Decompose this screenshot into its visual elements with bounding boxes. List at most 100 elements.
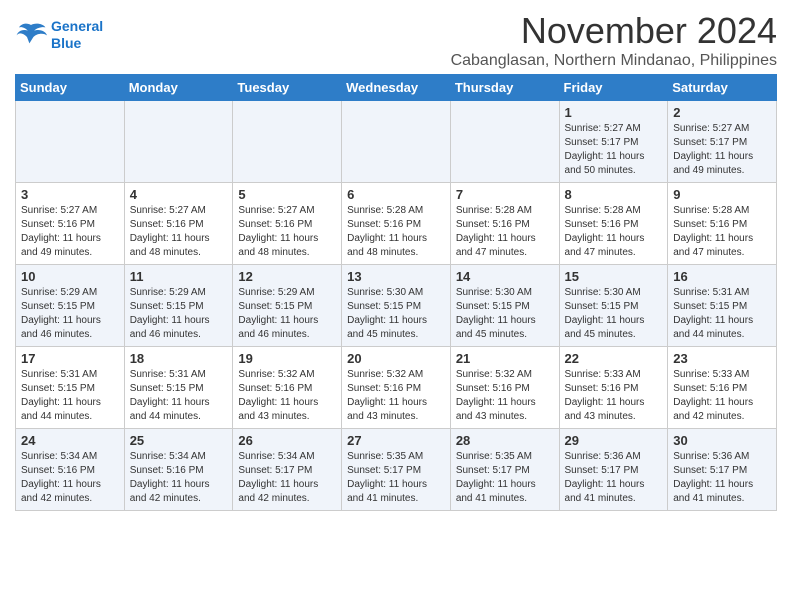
day-cell: 21Sunrise: 5:32 AMSunset: 5:16 PMDayligh…	[450, 347, 559, 429]
day-info: Sunrise: 5:27 AMSunset: 5:16 PMDaylight:…	[21, 204, 119, 260]
day-cell	[450, 101, 559, 183]
day-info: Sunrise: 5:34 AMSunset: 5:17 PMDaylight:…	[238, 450, 336, 506]
day-info: Sunrise: 5:35 AMSunset: 5:17 PMDaylight:…	[347, 450, 445, 506]
logo-icon	[15, 21, 47, 49]
day-info: Sunrise: 5:30 AMSunset: 5:15 PMDaylight:…	[347, 286, 445, 342]
day-info: Sunrise: 5:28 AMSunset: 5:16 PMDaylight:…	[347, 204, 445, 260]
day-info: Sunrise: 5:27 AMSunset: 5:16 PMDaylight:…	[130, 204, 228, 260]
day-cell: 2 Sunrise: 5:27 AMSunset: 5:17 PMDaylight…	[668, 101, 777, 183]
day-info: Sunrise: 5:27 AMSunset: 5:17 PMDaylight:…	[565, 122, 663, 178]
day-cell: 23 Sunrise: 5:33 AMSunset: 5:16 PMDayligh…	[668, 347, 777, 429]
day-info: Sunrise: 5:30 AMSunset: 5:15 PMDaylight:…	[565, 286, 663, 342]
day-cell: 7 Sunrise: 5:28 AMSunset: 5:16 PMDaylight…	[450, 183, 559, 265]
day-info: Sunrise: 5:34 AMSunset: 5:16 PMDaylight:…	[130, 450, 228, 506]
day-number: 4	[130, 187, 228, 202]
day-number: 6	[347, 187, 445, 202]
day-cell: 20Sunrise: 5:32 AMSunset: 5:16 PMDayligh…	[342, 347, 451, 429]
day-cell: 24 Sunrise: 5:34 AMSunset: 5:16 PMDayligh…	[16, 429, 125, 511]
day-cell: 27Sunrise: 5:35 AMSunset: 5:17 PMDayligh…	[342, 429, 451, 511]
day-info: Sunrise: 5:27 AMSunset: 5:17 PMDaylight:…	[673, 122, 771, 178]
day-number: 30	[673, 433, 771, 448]
day-cell: 13 Sunrise: 5:30 AMSunset: 5:15 PMDayligh…	[342, 265, 451, 347]
day-cell: 29Sunrise: 5:36 AMSunset: 5:17 PMDayligh…	[559, 429, 668, 511]
title-section: November 2024 Cabanglasan, Northern Mind…	[451, 10, 777, 70]
day-info: Sunrise: 5:30 AMSunset: 5:15 PMDaylight:…	[456, 286, 554, 342]
header-row: SundayMondayTuesdayWednesdayThursdayFrid…	[16, 75, 777, 101]
day-number: 15	[565, 269, 663, 284]
day-cell: 14 Sunrise: 5:30 AMSunset: 5:15 PMDayligh…	[450, 265, 559, 347]
day-cell	[16, 101, 125, 183]
week-row-4: 17Sunrise: 5:31 AMSunset: 5:15 PMDayligh…	[16, 347, 777, 429]
week-row-5: 24 Sunrise: 5:34 AMSunset: 5:16 PMDayligh…	[16, 429, 777, 511]
header-monday: Monday	[124, 75, 233, 101]
day-number: 28	[456, 433, 554, 448]
day-number: 16	[673, 269, 771, 284]
week-row-2: 3 Sunrise: 5:27 AMSunset: 5:16 PMDaylight…	[16, 183, 777, 265]
day-cell: 28 Sunrise: 5:35 AMSunset: 5:17 PMDayligh…	[450, 429, 559, 511]
day-info: Sunrise: 5:28 AMSunset: 5:16 PMDaylight:…	[673, 204, 771, 260]
day-cell: 3 Sunrise: 5:27 AMSunset: 5:16 PMDaylight…	[16, 183, 125, 265]
day-number: 12	[238, 269, 336, 284]
day-cell	[124, 101, 233, 183]
day-number: 1	[565, 105, 663, 120]
day-cell: 22 Sunrise: 5:33 AMSunset: 5:16 PMDayligh…	[559, 347, 668, 429]
day-number: 18	[130, 351, 228, 366]
day-cell: 26 Sunrise: 5:34 AMSunset: 5:17 PMDayligh…	[233, 429, 342, 511]
location-title: Cabanglasan, Northern Mindanao, Philippi…	[451, 52, 777, 70]
day-info: Sunrise: 5:34 AMSunset: 5:16 PMDaylight:…	[21, 450, 119, 506]
day-info: Sunrise: 5:35 AMSunset: 5:17 PMDaylight:…	[456, 450, 554, 506]
day-info: Sunrise: 5:27 AMSunset: 5:16 PMDaylight:…	[238, 204, 336, 260]
header-friday: Friday	[559, 75, 668, 101]
day-number: 14	[456, 269, 554, 284]
day-number: 24	[21, 433, 119, 448]
day-info: Sunrise: 5:31 AMSunset: 5:15 PMDaylight:…	[130, 368, 228, 424]
header-wednesday: Wednesday	[342, 75, 451, 101]
header-sunday: Sunday	[16, 75, 125, 101]
day-number: 26	[238, 433, 336, 448]
day-cell: 19 Sunrise: 5:32 AMSunset: 5:16 PMDayligh…	[233, 347, 342, 429]
day-info: Sunrise: 5:31 AMSunset: 5:15 PMDaylight:…	[21, 368, 119, 424]
day-cell: 10Sunrise: 5:29 AMSunset: 5:15 PMDayligh…	[16, 265, 125, 347]
calendar-table: SundayMondayTuesdayWednesdayThursdayFrid…	[15, 74, 777, 511]
day-number: 22	[565, 351, 663, 366]
day-cell: 6 Sunrise: 5:28 AMSunset: 5:16 PMDaylight…	[342, 183, 451, 265]
day-number: 11	[130, 269, 228, 284]
day-info: Sunrise: 5:29 AMSunset: 5:15 PMDaylight:…	[130, 286, 228, 342]
day-number: 29	[565, 433, 663, 448]
header-thursday: Thursday	[450, 75, 559, 101]
day-number: 19	[238, 351, 336, 366]
day-number: 9	[673, 187, 771, 202]
page-header: General Blue November 2024 Cabanglasan, …	[15, 10, 777, 70]
day-cell	[342, 101, 451, 183]
month-title: November 2024	[451, 10, 777, 52]
logo: General Blue	[15, 18, 103, 52]
day-info: Sunrise: 5:31 AMSunset: 5:15 PMDaylight:…	[673, 286, 771, 342]
day-info: Sunrise: 5:28 AMSunset: 5:16 PMDaylight:…	[456, 204, 554, 260]
day-cell: 12Sunrise: 5:29 AMSunset: 5:15 PMDayligh…	[233, 265, 342, 347]
day-cell: 11 Sunrise: 5:29 AMSunset: 5:15 PMDayligh…	[124, 265, 233, 347]
day-info: Sunrise: 5:33 AMSunset: 5:16 PMDaylight:…	[565, 368, 663, 424]
day-cell: 5Sunrise: 5:27 AMSunset: 5:16 PMDaylight…	[233, 183, 342, 265]
day-info: Sunrise: 5:28 AMSunset: 5:16 PMDaylight:…	[565, 204, 663, 260]
day-cell: 4 Sunrise: 5:27 AMSunset: 5:16 PMDaylight…	[124, 183, 233, 265]
day-number: 2	[673, 105, 771, 120]
day-info: Sunrise: 5:33 AMSunset: 5:16 PMDaylight:…	[673, 368, 771, 424]
day-info: Sunrise: 5:29 AMSunset: 5:15 PMDaylight:…	[21, 286, 119, 342]
header-saturday: Saturday	[668, 75, 777, 101]
day-cell: 17Sunrise: 5:31 AMSunset: 5:15 PMDayligh…	[16, 347, 125, 429]
day-number: 13	[347, 269, 445, 284]
day-number: 3	[21, 187, 119, 202]
calendar-body: 1 Sunrise: 5:27 AMSunset: 5:17 PMDaylight…	[16, 101, 777, 511]
header-tuesday: Tuesday	[233, 75, 342, 101]
week-row-1: 1 Sunrise: 5:27 AMSunset: 5:17 PMDaylight…	[16, 101, 777, 183]
day-number: 21	[456, 351, 554, 366]
day-number: 7	[456, 187, 554, 202]
day-number: 20	[347, 351, 445, 366]
day-number: 23	[673, 351, 771, 366]
day-cell: 30 Sunrise: 5:36 AMSunset: 5:17 PMDayligh…	[668, 429, 777, 511]
week-row-3: 10Sunrise: 5:29 AMSunset: 5:15 PMDayligh…	[16, 265, 777, 347]
day-info: Sunrise: 5:32 AMSunset: 5:16 PMDaylight:…	[238, 368, 336, 424]
day-info: Sunrise: 5:36 AMSunset: 5:17 PMDaylight:…	[673, 450, 771, 506]
day-cell: 16 Sunrise: 5:31 AMSunset: 5:15 PMDayligh…	[668, 265, 777, 347]
day-cell: 25Sunrise: 5:34 AMSunset: 5:16 PMDayligh…	[124, 429, 233, 511]
